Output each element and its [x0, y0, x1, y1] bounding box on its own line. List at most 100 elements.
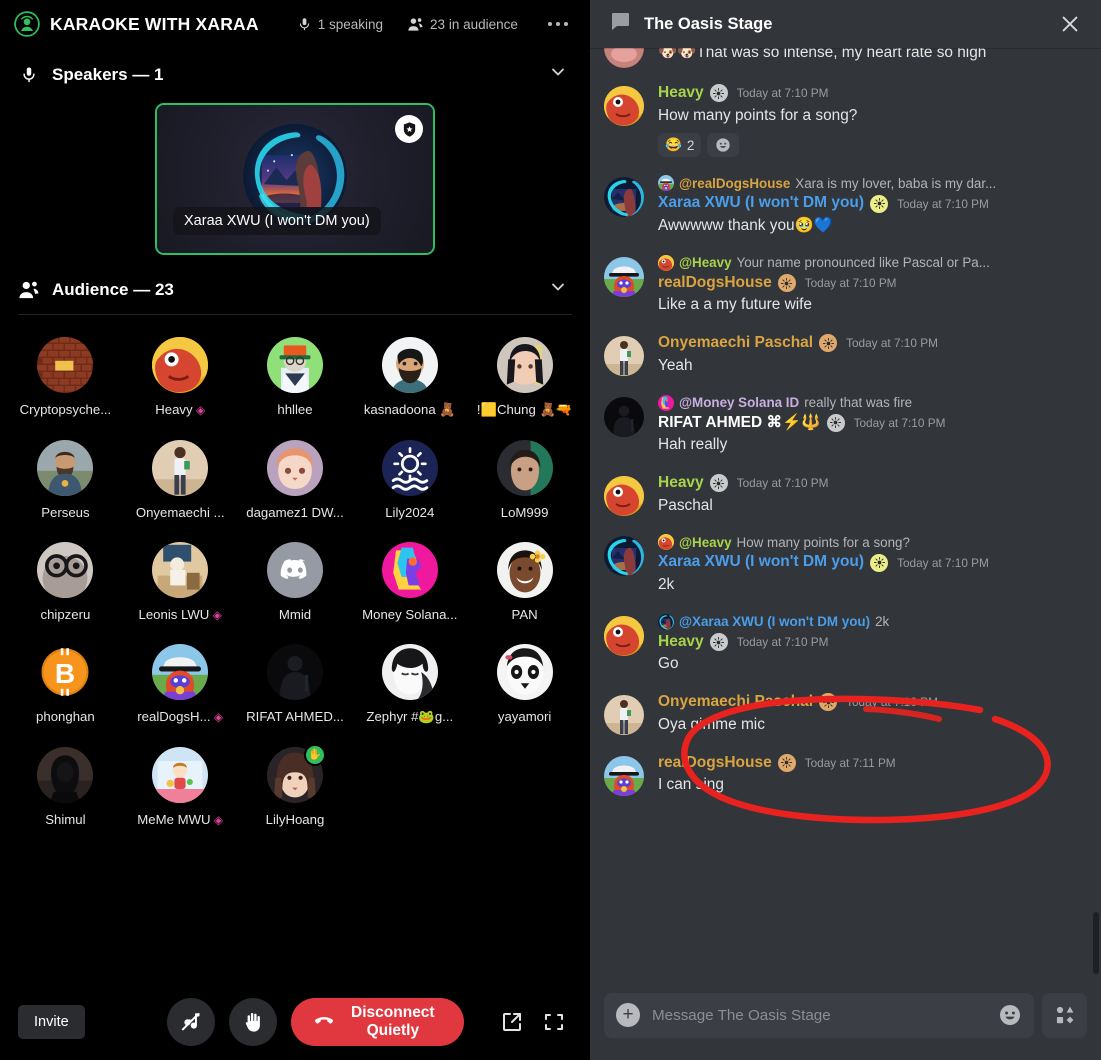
disconnect-button[interactable]: Disconnect Quietly — [290, 998, 464, 1046]
chat-message[interactable]: @Money Solana ID really that was fire RIFA… — [590, 393, 1101, 458]
message-timestamp: Today at 7:10 PM — [846, 695, 938, 710]
audience-member[interactable]: Shimul — [8, 739, 123, 837]
message-input-box[interactable]: + — [604, 992, 1034, 1038]
chat-message[interactable]: @Xaraa XWU (I won't DM you) 2k Heavy Today … — [590, 612, 1101, 677]
message-author[interactable]: realDogsHouse — [658, 754, 772, 773]
audience-member[interactable]: Perseus — [8, 432, 123, 530]
audience-member[interactable]: LoM999 — [467, 432, 582, 530]
speaker-card[interactable]: Xaraa XWU (I won't DM you) — [155, 103, 435, 255]
speaking-count: 1 speaking — [297, 17, 383, 32]
reply-context[interactable]: @Xaraa XWU (I won't DM you) 2k — [658, 613, 1089, 630]
speakers-section-header[interactable]: Speakers — 1 — [0, 48, 590, 99]
apps-grid-icon[interactable] — [1042, 992, 1087, 1038]
close-icon[interactable] — [1055, 9, 1085, 39]
reply-context[interactable]: @Money Solana ID really that was fire — [658, 394, 1089, 411]
avatar[interactable] — [604, 396, 644, 437]
message-author[interactable]: Onyemaechi Paschal — [658, 693, 813, 712]
role-badge — [826, 413, 845, 432]
chat-bubble-icon — [608, 10, 632, 39]
audience-member[interactable]: Bphonghan — [8, 636, 123, 735]
raise-hand-icon[interactable] — [228, 998, 277, 1046]
chat-message[interactable]: Heavy Today at 7:10 PM How many points for… — [590, 82, 1101, 159]
avatar[interactable] — [604, 536, 644, 577]
popout-icon[interactable] — [494, 1004, 530, 1040]
message-author[interactable]: RIFAT AHMED ⌘⚡🔱 — [658, 414, 821, 433]
audience-member[interactable]: ✋ LilyHoang — [238, 739, 353, 837]
more-options-icon[interactable] — [542, 16, 574, 32]
avatar — [658, 534, 674, 551]
audience-member[interactable]: Onyemaechi ... — [123, 432, 238, 530]
avatar — [658, 254, 674, 271]
audience-member[interactable]: realDogsH... ◈ — [123, 636, 238, 735]
chat-message[interactable]: realDogsHouse Today at 7:11 PM I can sing — [590, 752, 1101, 798]
avatar[interactable] — [604, 336, 644, 377]
avatar[interactable] — [604, 695, 644, 736]
avatar — [381, 337, 438, 393]
audience-member[interactable]: yayamori — [467, 636, 582, 735]
chat-message[interactable]: @Heavy How many points for a song? Xaraa X… — [590, 532, 1101, 597]
chat-scrollbar[interactable] — [1093, 912, 1099, 974]
soundboard-muted-icon[interactable] — [166, 998, 215, 1046]
audience-member[interactable]: MeMe MWU ◈ — [123, 739, 238, 837]
audience-member[interactable]: Zephyr #🐸g... — [352, 636, 467, 735]
audience-member[interactable]: Lily2024 — [352, 432, 467, 530]
add-attachment-icon[interactable]: + — [616, 1003, 640, 1027]
message-author[interactable]: Xaraa XWU (I won't DM you) — [658, 194, 864, 213]
speaking-count-label: 1 speaking — [317, 16, 384, 32]
message-input[interactable] — [652, 1006, 986, 1024]
invite-button[interactable]: Invite — [18, 1005, 85, 1039]
audience-member[interactable]: !🟨Chung 🧸🔫 — [467, 329, 582, 428]
chevron-down-icon[interactable] — [548, 277, 572, 302]
audience-member-name: Perseus — [41, 505, 90, 520]
chat-message[interactable]: Heavy Today at 7:10 PM Paschal — [590, 472, 1101, 518]
audience-member[interactable]: Cryptopsyche... — [8, 329, 123, 428]
audience-member[interactable]: kasnadoona 🧸 — [352, 329, 467, 428]
audience-member[interactable]: dagamez1 DW... — [238, 432, 353, 530]
audience-member[interactable]: Heavy ◈ — [123, 329, 238, 428]
avatar[interactable] — [604, 86, 644, 126]
message-author[interactable]: Heavy — [658, 84, 704, 103]
message-timestamp: Today at 7:11 PM — [804, 755, 896, 770]
chat-message[interactable]: Onyemaechi Paschal Today at 7:10 PM Oya gi… — [590, 691, 1101, 737]
message-timestamp: Today at 7:10 PM — [804, 276, 897, 290]
avatar — [381, 440, 438, 496]
audience-member[interactable]: Leonis LWU ◈ — [123, 534, 238, 632]
audience-member[interactable]: hhllee — [238, 329, 353, 428]
message-author[interactable]: Heavy — [658, 474, 704, 493]
audience-member[interactable]: Mmid — [238, 534, 353, 632]
message-author[interactable]: Heavy — [658, 633, 704, 652]
audience-member[interactable]: PAN — [467, 534, 582, 632]
reply-context[interactable]: @Heavy Your name pronounced like Pascal o… — [658, 254, 1089, 271]
avatar — [266, 337, 323, 393]
audience-member[interactable]: RIFAT AHMED... — [238, 636, 353, 735]
emoji-picker-icon[interactable] — [998, 1003, 1022, 1027]
message-author[interactable]: Onyemaechi Paschal — [658, 334, 813, 353]
avatar[interactable] — [604, 256, 644, 297]
chat-message[interactable]: @Heavy Your name pronounced like Pascal o… — [590, 253, 1101, 318]
audience-member-name: kasnadoona 🧸 — [363, 402, 456, 417]
message-author[interactable]: realDogsHouse — [658, 274, 772, 293]
role-badge — [870, 194, 889, 213]
reply-author: @Xaraa XWU (I won't DM you) — [679, 614, 871, 630]
audience-count: 23 in audience — [407, 17, 518, 32]
add-reaction-icon[interactable] — [707, 133, 740, 158]
audience-member[interactable]: chipzeru — [8, 534, 123, 632]
reaction-emoji: 😂 — [665, 137, 682, 153]
reply-context[interactable]: @realDogsHouse Xara is my lover, baba is … — [658, 175, 1089, 192]
message-author[interactable]: Xaraa XWU (I won't DM you) — [658, 553, 864, 572]
message-timestamp: Today at 7:10 PM — [736, 476, 829, 491]
server-boost-icon: ◈ — [210, 813, 224, 827]
chat-message[interactable]: Onyemaechi Paschal Today at 7:10 PM Yeah — [590, 332, 1101, 378]
chat-message[interactable]: @realDogsHouse Xara is my lover, baba is … — [590, 173, 1101, 238]
chevron-down-icon[interactable] — [548, 62, 572, 87]
reply-context[interactable]: @Heavy How many points for a song? — [658, 534, 1089, 551]
avatar[interactable] — [604, 755, 644, 796]
reaction-chip[interactable]: 😂 2 — [658, 133, 702, 158]
chat-message-list[interactable]: Today at 7:10 PM 🐶🐶That was so intense, … — [590, 48, 1101, 984]
audience-member[interactable]: Money Solana... — [352, 534, 467, 632]
avatar[interactable] — [604, 615, 644, 656]
fullscreen-icon[interactable] — [536, 1004, 572, 1040]
avatar[interactable] — [604, 475, 644, 516]
avatar[interactable] — [604, 177, 644, 218]
audience-section-header[interactable]: Audience — 23 — [0, 259, 590, 314]
